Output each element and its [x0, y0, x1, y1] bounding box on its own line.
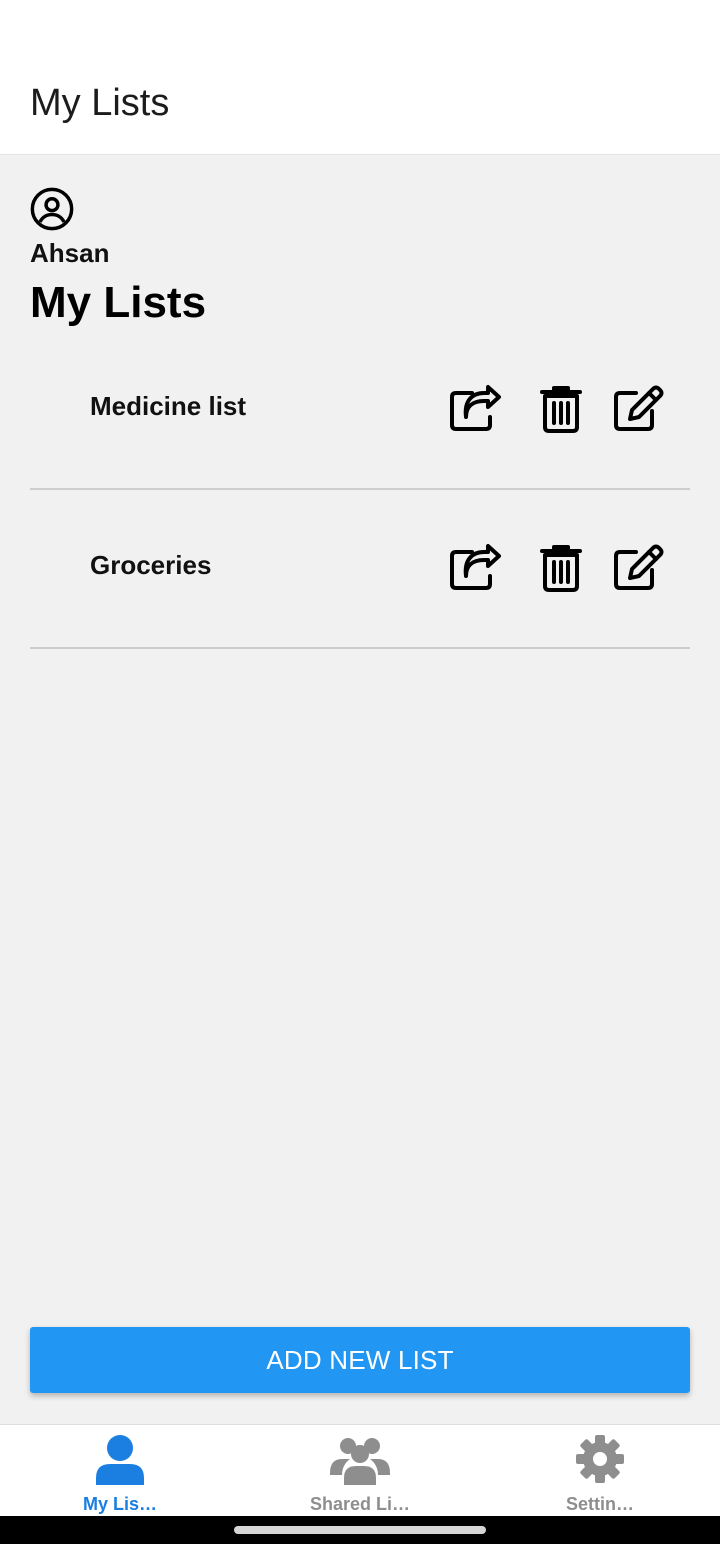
share-icon[interactable]: [448, 383, 502, 435]
section-title: My Lists: [30, 278, 207, 327]
trash-icon[interactable]: [534, 383, 588, 435]
tab-label: Shared Li…: [309, 1494, 411, 1514]
app-header: My Lists: [0, 0, 720, 155]
user-circle-icon[interactable]: [29, 186, 75, 232]
bottom-nav: My Lis… Shared Li… Settin…: [0, 1424, 720, 1516]
edit-icon[interactable]: [612, 383, 666, 435]
app-header-title: My Lists: [30, 82, 170, 124]
user-name: Ahsan: [30, 238, 110, 268]
list-item[interactable]: Medicine list: [30, 331, 690, 490]
tab-label: Settin…: [565, 1494, 634, 1514]
trash-icon[interactable]: [534, 542, 588, 594]
list-name[interactable]: Medicine list: [90, 391, 246, 422]
list-name[interactable]: Groceries: [90, 550, 211, 581]
users-icon: [330, 1433, 390, 1485]
tab-label: My Lis…: [82, 1494, 157, 1514]
tab-settings[interactable]: Settin…: [480, 1425, 720, 1517]
list-item[interactable]: Groceries: [30, 490, 690, 649]
tab-shared-lists[interactable]: Shared Li…: [240, 1425, 480, 1517]
tab-my-lists[interactable]: My Lis…: [0, 1425, 240, 1517]
row-actions: [448, 542, 668, 594]
gear-icon: [570, 1433, 630, 1485]
share-icon[interactable]: [448, 542, 502, 594]
system-gesture-bar: [0, 1516, 720, 1544]
user-icon: [90, 1433, 150, 1485]
edit-icon[interactable]: [612, 542, 666, 594]
row-actions: [448, 383, 668, 435]
main-content: Ahsan My Lists Medicine list Groceries A…: [0, 156, 720, 1424]
add-new-list-button[interactable]: ADD NEW LIST: [30, 1327, 690, 1393]
gesture-handle[interactable]: [234, 1526, 486, 1534]
